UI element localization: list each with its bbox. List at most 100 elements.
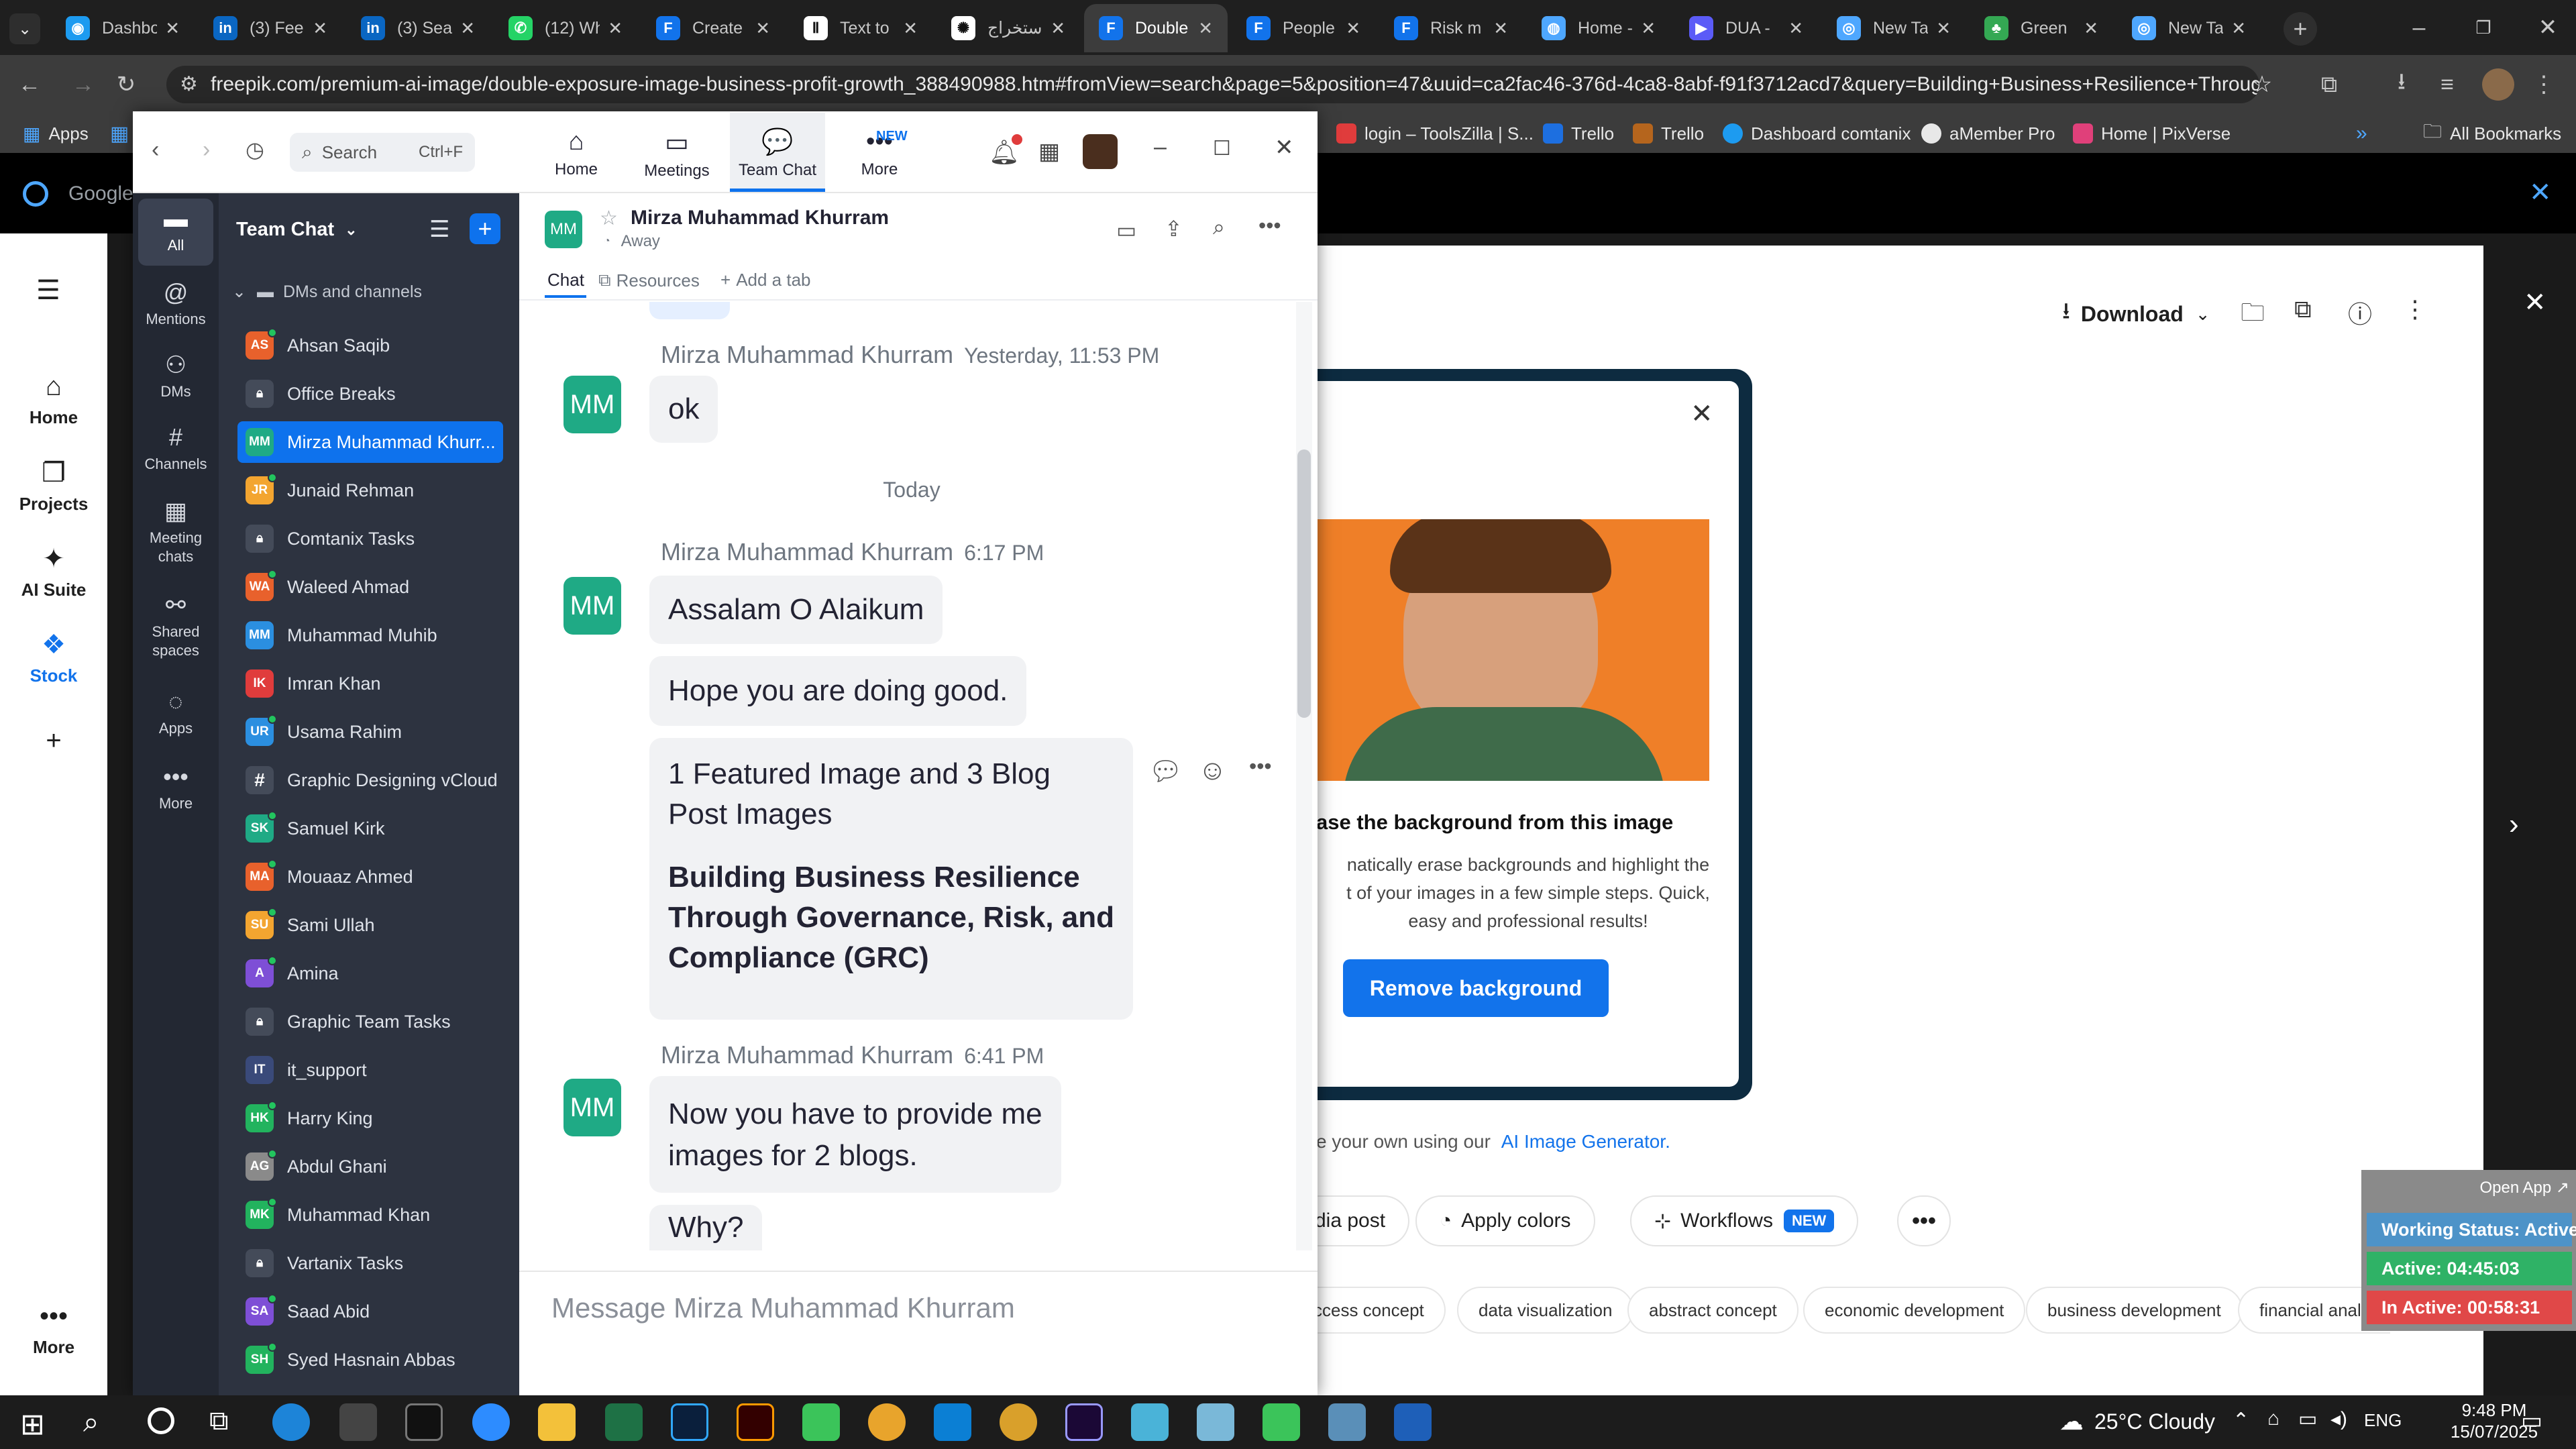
team-chat-title[interactable]: Team Chat ⌄ <box>236 219 358 241</box>
browser-tab[interactable]: ◎ New Ta ✕ <box>1822 4 1966 52</box>
channel-item[interactable]: IK Imran Khan <box>237 663 503 704</box>
excel-icon[interactable] <box>605 1403 643 1441</box>
channel-item[interactable]: AS Ahsan Saqib <box>237 325 503 366</box>
bookmark-dashboard-comtanix[interactable]: Dashboard comtanix <box>1723 114 1911 153</box>
save-to-folder-icon[interactable]: 🗀 <box>2241 295 2265 336</box>
message-bubble[interactable]: Assalam O Alaikum <box>649 576 943 644</box>
chat-more-icon[interactable]: ••• <box>1258 213 1281 238</box>
contact-name[interactable]: Mirza Muhammad Khurram <box>631 207 889 229</box>
file-explorer-icon[interactable] <box>538 1403 576 1441</box>
search-chat-icon[interactable]: ⌕ <box>1213 215 1225 240</box>
tab-meetings[interactable]: ▭ Meetings <box>629 113 724 192</box>
rich-message-bubble[interactable]: 1 Featured Image and 3 Blog Post Images … <box>649 738 1134 1020</box>
apps-bookmark[interactable]: ▦ Apps <box>23 114 89 153</box>
channel-item[interactable]: MK Muhammad Khan <box>237 1194 503 1236</box>
more-tools-chip[interactable]: ••• <box>1897 1195 1951 1246</box>
chat-scrollbar-thumb[interactable] <box>1297 449 1311 718</box>
tag-access-concept[interactable]: ccess concept <box>1301 1287 1446 1334</box>
channel-item[interactable]: IT it_support <box>237 1049 503 1091</box>
bookmark-grid-icon[interactable]: ▦ <box>110 114 129 153</box>
sender-avatar[interactable]: MM <box>564 376 621 433</box>
zoom-maximize-icon[interactable]: ☐ <box>1213 137 1231 160</box>
close-tab-icon[interactable]: ✕ <box>1051 18 1065 39</box>
channel-item[interactable]: A Amina <box>237 953 503 994</box>
zoom-forward-icon[interactable]: › <box>203 137 210 163</box>
zoom-search-bar[interactable]: ⌕ Search Ctrl+F <box>290 133 475 172</box>
start-icon[interactable]: ⊞ <box>20 1407 45 1442</box>
zoom-back-icon[interactable]: ‹ <box>152 137 159 163</box>
channel-item[interactable]: SU Sami Ullah <box>237 904 503 946</box>
browser-tab[interactable]: ✺ استخراج ✕ <box>936 4 1080 52</box>
star-icon[interactable]: ☆ <box>600 207 618 230</box>
nav-more[interactable]: ••• More <box>0 1301 107 1358</box>
video-call-icon[interactable]: ▭ <box>1116 217 1136 243</box>
tag-abstract-concept[interactable]: abstract concept <box>1627 1287 1799 1334</box>
tab-search-button[interactable]: ⌄ <box>9 13 40 44</box>
social-media-post-chip[interactable]: dia post <box>1301 1195 1410 1246</box>
browser-tab[interactable]: ♣ Green ✕ <box>1970 4 2113 52</box>
browser-tab[interactable]: ✆ (12) Wh ✕ <box>494 4 637 52</box>
new-chat-button[interactable]: + <box>470 213 500 244</box>
all-bookmarks[interactable]: 🗀 All Bookmarks <box>2423 114 2561 153</box>
edge-icon[interactable] <box>272 1403 310 1441</box>
zoom-close-icon[interactable]: ✕ <box>1275 134 1294 161</box>
close-tab-icon[interactable]: ✕ <box>755 18 770 39</box>
task-view-icon[interactable]: ⧉ <box>209 1406 229 1436</box>
tab-more[interactable]: ••• More <box>832 113 927 192</box>
downloads-icon[interactable]: ⭳ <box>2381 64 2422 105</box>
pen-tool-icon[interactable] <box>339 1403 377 1441</box>
browser-tab[interactable]: ▶ DUA - ✕ <box>1674 4 1818 52</box>
more-options-icon[interactable]: ⋮ <box>2403 295 2427 323</box>
weather-widget[interactable]: ☁ 25°C Cloudy <box>2059 1407 2215 1436</box>
minimize-window-button[interactable]: – <box>2388 0 2450 55</box>
profile-avatar[interactable] <box>2482 68 2514 101</box>
app-icon[interactable] <box>1131 1403 1169 1441</box>
close-tab-icon[interactable]: ✕ <box>2084 18 2098 39</box>
rail-item-more[interactable]: ••• More <box>133 762 219 813</box>
close-viewer-icon[interactable]: ✕ <box>2524 287 2546 318</box>
rail-item-mentions[interactable]: @ Mentions <box>133 278 219 329</box>
reload-icon[interactable]: ↻ <box>106 64 146 105</box>
filter-icon[interactable]: ☰ <box>429 216 449 243</box>
channel-item[interactable]: # Graphic Designing vCloud <box>237 759 503 801</box>
message-composer[interactable]: Message Mirza Muhammad Khurram <box>551 1292 1015 1324</box>
channel-item[interactable]: 🔒︎ Comtanix Tasks <box>237 518 503 559</box>
restore-window-button[interactable]: ❐ <box>2453 0 2514 55</box>
remove-background-button[interactable]: Remove background <box>1343 959 1609 1017</box>
share-screen-icon[interactable]: ⇪ <box>1165 216 1183 241</box>
browser-tab[interactable]: ◉ Dashbo ✕ <box>51 4 195 52</box>
sender-avatar[interactable]: MM <box>564 1079 621 1136</box>
bookmark-pixverse[interactable]: Home | PixVerse <box>2073 114 2231 153</box>
history-icon[interactable]: ◷ <box>246 137 264 162</box>
extension-icon[interactable]: ⧉ <box>2309 64 2349 105</box>
show-hidden-icons-icon[interactable]: ⌃ <box>2233 1409 2249 1432</box>
browser-tab[interactable]: F Create ✕ <box>641 4 785 52</box>
browser-menu-icon[interactable]: ⋮ <box>2524 64 2564 105</box>
add-reaction-icon[interactable]: ☺ <box>1198 754 1227 786</box>
nav-home[interactable]: ⌂ Home <box>0 372 107 428</box>
dms-channels-section[interactable]: ⌄ ▬ DMs and channels <box>232 282 422 302</box>
word-icon[interactable] <box>1394 1403 1432 1441</box>
close-tab-icon[interactable]: ✕ <box>1198 18 1213 39</box>
phone-app-icon[interactable] <box>802 1403 840 1441</box>
close-tab-icon[interactable]: ✕ <box>460 18 475 39</box>
rail-item-all[interactable]: ▬ All <box>133 204 219 255</box>
browser-tab[interactable]: F Double ✕ <box>1084 4 1228 52</box>
message-bubble[interactable]: ok <box>649 376 718 443</box>
close-google-bar-icon[interactable]: ✕ <box>2529 177 2552 208</box>
zoom-app-icon[interactable] <box>472 1403 510 1441</box>
close-tab-icon[interactable]: ✕ <box>313 18 327 39</box>
bookmarks-overflow-icon[interactable]: » <box>2356 114 2367 153</box>
channel-item[interactable]: HK Harry King <box>237 1097 503 1139</box>
browser-tab[interactable]: in (3) Sea ✕ <box>346 4 490 52</box>
nav-projects[interactable]: ❐ Projects <box>0 458 107 515</box>
close-promo-icon[interactable]: ✕ <box>1690 398 1713 429</box>
app-icon[interactable] <box>1197 1403 1234 1441</box>
edit-image-icon[interactable]: ⧉ <box>2294 295 2312 324</box>
tag-economic-development[interactable]: economic development <box>1803 1287 2026 1334</box>
back-icon[interactable]: ← <box>9 64 50 105</box>
ai-image-generator-link[interactable]: AI Image Generator. <box>1501 1131 1670 1152</box>
photoshop-icon[interactable] <box>671 1403 708 1441</box>
forward-icon[interactable]: → <box>63 64 103 105</box>
channel-item[interactable]: WA Waleed Ahmad <box>237 566 503 608</box>
